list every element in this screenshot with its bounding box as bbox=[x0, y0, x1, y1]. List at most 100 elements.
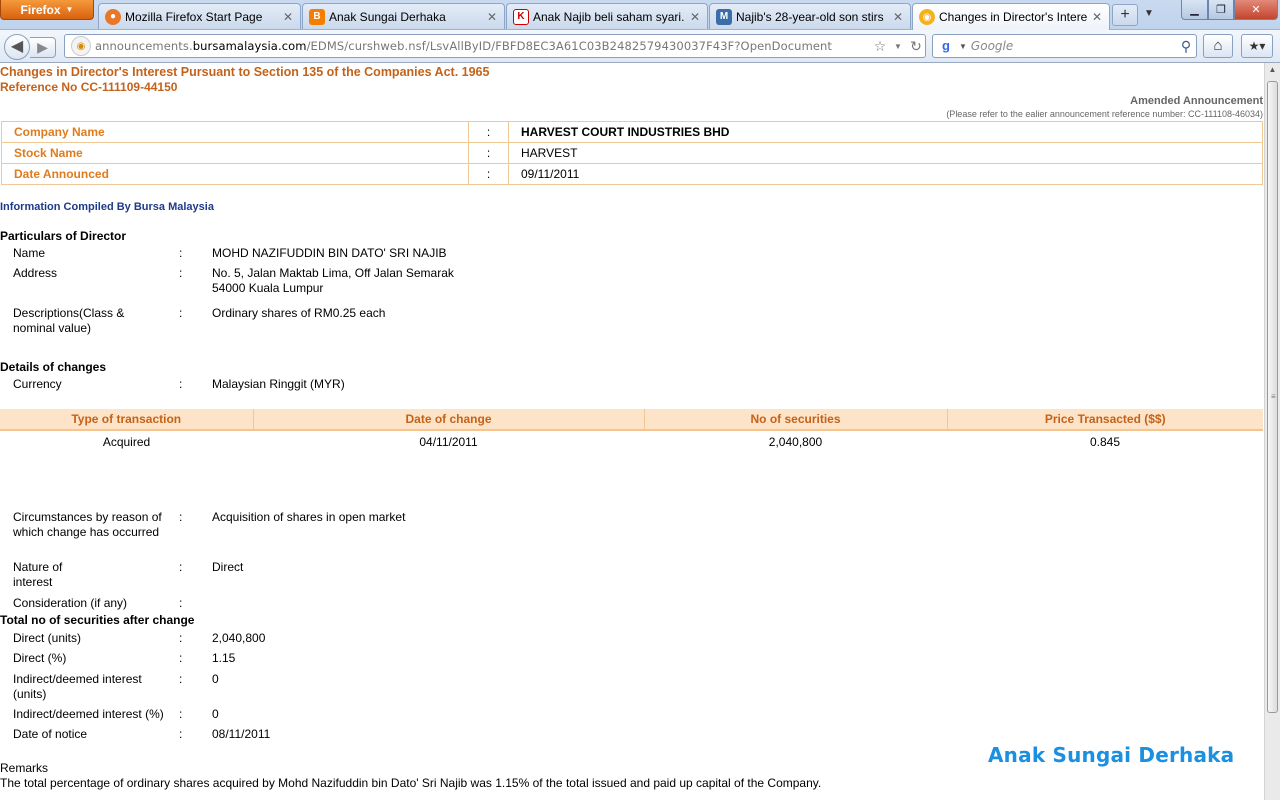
address-label: Address bbox=[13, 266, 58, 280]
tab-label: Anak Sungai Derhaka bbox=[329, 9, 446, 24]
minimize-button[interactable]: ▁ bbox=[1181, 0, 1208, 20]
url-path: /EDMS/curshweb.nsf/LsvAllByID/FBFD8EC3A6… bbox=[306, 39, 833, 53]
date-of-notice-label: Date of notice bbox=[13, 727, 88, 741]
table-row: Company Name : HARVEST COURT INDUSTRIES … bbox=[1, 121, 1263, 143]
close-icon[interactable]: ✕ bbox=[689, 10, 701, 24]
direct-units-label: Direct (units) bbox=[13, 631, 82, 645]
address-bar[interactable]: ◉ announcements.bursamalaysia.com/EDMS/c… bbox=[64, 34, 926, 58]
grip-icon: ≡ bbox=[1271, 392, 1276, 401]
tab-mozilla-start[interactable]: ● Mozilla Firefox Start Page ✕ bbox=[98, 3, 301, 29]
nature-label: Nature of interest bbox=[13, 560, 63, 589]
remarks-label: Remarks bbox=[0, 761, 49, 775]
column-header: Type of transaction bbox=[0, 409, 254, 431]
forward-arrow-icon: ▶ bbox=[37, 39, 48, 55]
name-label: Name bbox=[13, 246, 46, 260]
reload-icon[interactable]: ↻ bbox=[907, 38, 925, 55]
date-announced-label: Date Announced bbox=[1, 163, 469, 185]
colon: : bbox=[179, 560, 183, 574]
close-icon[interactable]: ✕ bbox=[892, 10, 904, 24]
tab-label: Mozilla Firefox Start Page bbox=[125, 9, 263, 24]
tab-changes-director[interactable]: ◉ Changes in Director's Interes... ✕ bbox=[912, 3, 1110, 30]
address-line-1: No. 5, Jalan Maktab Lima, Off Jalan Sema… bbox=[212, 266, 454, 280]
google-icon[interactable]: g bbox=[937, 38, 955, 54]
remarks-text: The total percentage of ordinary shares … bbox=[0, 776, 822, 790]
column-header: Date of change bbox=[253, 409, 645, 431]
descriptions-label: Descriptions(Class & nominal value) bbox=[13, 306, 125, 335]
site-identity-icon[interactable]: ◉ bbox=[71, 36, 91, 56]
address-line-2: 54000 Kuala Lumpur bbox=[212, 281, 324, 295]
window-close-button[interactable]: ✕ bbox=[1234, 0, 1278, 20]
direct-units-value: 2,040,800 bbox=[212, 631, 266, 645]
plus-icon: + bbox=[1120, 6, 1130, 23]
search-bar: g ▼ ⚲ bbox=[932, 34, 1197, 58]
descriptions-value: Ordinary shares of RM0.25 each bbox=[212, 306, 386, 320]
url-text[interactable]: announcements.bursamalaysia.com/EDMS/cur… bbox=[95, 39, 871, 53]
watermark: Anak Sungai Derhaka bbox=[988, 743, 1235, 767]
search-input[interactable] bbox=[970, 39, 1176, 53]
amended-heading: Amended Announcement bbox=[1130, 95, 1263, 107]
colon: : bbox=[179, 377, 183, 391]
search-icon[interactable]: ⚲ bbox=[1176, 38, 1196, 55]
tab-najib-son[interactable]: M Najib's 28-year-old son stirs ... ✕ bbox=[709, 3, 911, 29]
date-of-change: 04/11/2011 bbox=[419, 434, 478, 449]
indirect-percent-value: 0 bbox=[212, 707, 219, 721]
nature-value: Direct bbox=[212, 560, 244, 574]
separator: : bbox=[468, 121, 509, 143]
circumstances-value: Acquisition of shares in open market bbox=[212, 510, 406, 524]
minimize-icon: ▁ bbox=[1190, 4, 1199, 16]
stock-name-label: Stock Name bbox=[1, 142, 469, 164]
colon: : bbox=[179, 596, 183, 610]
bookmarks-button[interactable]: ★▾ bbox=[1241, 34, 1273, 58]
transaction-type: Acquired bbox=[102, 434, 151, 449]
company-info-table: Company Name : HARVEST COURT INDUSTRIES … bbox=[1, 121, 1263, 185]
consideration-label: Consideration (if any) bbox=[13, 596, 128, 610]
history-dropdown-icon[interactable]: ▼ bbox=[889, 42, 907, 51]
colon: : bbox=[179, 306, 183, 320]
reference-number: Reference No CC-111109-44150 bbox=[0, 80, 178, 94]
bookmarks-icon: ★▾ bbox=[1248, 39, 1266, 53]
director-name-value: MOHD NAZIFUDDIN BIN DATO' SRI NAJIB bbox=[212, 246, 447, 260]
bookmark-star-icon[interactable]: ☆ bbox=[871, 38, 889, 55]
table-row: Stock Name : HARVEST bbox=[1, 142, 1263, 164]
close-icon[interactable]: ✕ bbox=[1091, 10, 1103, 24]
colon: : bbox=[179, 672, 183, 686]
close-icon[interactable]: ✕ bbox=[486, 10, 498, 24]
company-name-label: Company Name bbox=[1, 121, 469, 143]
firefox-menu-button[interactable]: Firefox ▼ bbox=[0, 0, 94, 20]
total-securities-heading: Total no of securities after change bbox=[0, 613, 195, 627]
table-row: Date Announced : 09/11/2011 bbox=[1, 163, 1263, 185]
indirect-units-value: 0 bbox=[212, 672, 219, 686]
separator: : bbox=[468, 142, 509, 164]
tab-bar: Firefox ▼ ● Mozilla Firefox Start Page ✕… bbox=[0, 0, 1280, 30]
tab-list-icon[interactable]: ▼ bbox=[1144, 8, 1154, 19]
date-of-notice-value: 08/11/2011 bbox=[212, 727, 271, 741]
new-tab-button[interactable]: + bbox=[1112, 4, 1138, 26]
tab-anak-najib[interactable]: K Anak Najib beli saham syari... ✕ bbox=[506, 3, 708, 29]
vertical-scrollbar[interactable]: ▲ ≡ bbox=[1264, 63, 1280, 800]
chevron-down-icon[interactable]: ▼ bbox=[959, 42, 967, 51]
close-icon[interactable]: ✕ bbox=[282, 10, 294, 24]
scroll-up-icon[interactable]: ▲ bbox=[1266, 65, 1279, 79]
blogger-icon: B bbox=[309, 8, 325, 25]
bursa-icon: ◉ bbox=[919, 9, 935, 25]
back-button[interactable]: ◀ bbox=[4, 34, 30, 60]
firefox-icon: ● bbox=[105, 8, 121, 25]
page-title: Changes in Director's Interest Pursuant … bbox=[0, 65, 490, 79]
direct-percent-value: 1.15 bbox=[212, 651, 236, 665]
indirect-percent-label: Indirect/deemed interest (%) bbox=[13, 707, 164, 721]
stock-name-value: HARVEST bbox=[508, 142, 1263, 164]
maximize-button[interactable]: ❐ bbox=[1208, 0, 1234, 20]
home-button[interactable]: ⌂ bbox=[1203, 34, 1233, 58]
scrollbar-thumb[interactable]: ≡ bbox=[1267, 81, 1278, 713]
tab-label: Changes in Director's Interes... bbox=[939, 10, 1087, 24]
tab-anak-sungai-derhaka[interactable]: B Anak Sungai Derhaka ✕ bbox=[302, 3, 505, 29]
colon: : bbox=[179, 246, 183, 260]
forward-button[interactable]: ▶ bbox=[30, 37, 56, 58]
separator: : bbox=[468, 163, 509, 185]
kd-icon: K bbox=[513, 8, 529, 25]
compiled-by-note: Information Compiled By Bursa Malaysia bbox=[0, 201, 214, 213]
colon: : bbox=[179, 510, 183, 524]
browser-chrome: Firefox ▼ ● Mozilla Firefox Start Page ✕… bbox=[0, 0, 1280, 63]
amended-note: (Please refer to the ealier announcement… bbox=[946, 109, 1263, 119]
currency-value: Malaysian Ringgit (MYR) bbox=[212, 377, 345, 391]
